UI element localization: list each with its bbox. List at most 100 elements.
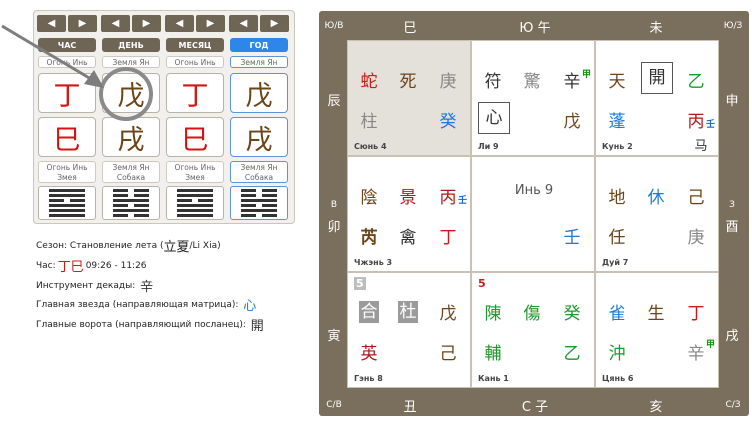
corner-sw: С/В (326, 400, 342, 410)
left-label-4: 寅 (327, 329, 341, 344)
month-hexagram-icon (166, 186, 224, 220)
right-label-3: 酉 (725, 220, 739, 235)
season-value: Становление лета ( (69, 240, 164, 251)
earth-stem-glyph: 壬 (563, 228, 581, 248)
month-stem-element: Огонь Инь (166, 56, 224, 68)
heaven-stem-glyph: 己 (687, 188, 705, 208)
palace-qian-6[interactable]: 雀 生 丁 沖 辛 甲 Цянь 6 (595, 272, 719, 388)
month-branch-animal: Змея (185, 173, 205, 182)
deity-glyph: 天 (608, 72, 626, 92)
hour-branch-element: Огонь Инь Змея (38, 161, 96, 183)
horse-glyph: 马 (694, 139, 708, 154)
gate-hz: 開 (250, 319, 264, 334)
right-label-2: З (729, 200, 735, 210)
top-label-1: 巳 (403, 21, 417, 36)
gate-label: Главные ворота (направляющий посланец): (36, 319, 246, 330)
heaven-stem-sup: 甲 (582, 70, 592, 80)
earth-stem-glyph: 丙 (687, 112, 705, 132)
year-branch-animal: Собака (244, 173, 274, 182)
door-glyph: 傷 (523, 304, 541, 324)
hour-line: Час: 丁巳 09:26 - 11:26 (36, 256, 147, 275)
corner-nw: Ю/В (324, 21, 344, 31)
palace-dui-7[interactable]: 地 休 己 任 庚 Дуй 7 (595, 156, 719, 272)
bottom-label-3: 亥 (649, 400, 663, 415)
day-stem-element: Земля Ян (102, 56, 160, 68)
day-branch-element-label: Земля Ян (112, 163, 150, 172)
palace-kan-1[interactable]: 5 陳 傷 癸 輔 乙 Кань 1 (471, 272, 595, 388)
palace-center[interactable]: Инь 9 壬 (471, 156, 595, 272)
deity-glyph: 符 (484, 72, 502, 92)
tab-day[interactable]: ДЕНЬ (102, 38, 160, 52)
month-prev-button[interactable]: ◀ (165, 15, 194, 32)
palace-name: Гэнь 8 (354, 374, 383, 383)
decade-line: Инструмент декады: 辛 (36, 276, 155, 295)
day-branch-animal: Собака (116, 173, 146, 182)
right-label-1: 申 (725, 94, 739, 109)
pointer-arrow-icon (1, 24, 104, 88)
deity-glyph: 合 (359, 301, 379, 323)
hour-label: Час: (36, 260, 56, 271)
day-branch[interactable]: 戌 (102, 117, 160, 157)
season-tail: /Li Xia) (189, 240, 221, 251)
bottom-label-1: 丑 (403, 400, 417, 415)
star-glyph: 芮 (360, 228, 378, 248)
heaven-stem-sup: 壬 (458, 196, 468, 206)
palace-grid: 蛇 死 庚 柱 癸 Сюнь 4 符 驚 辛 甲 心 戊 Ли 9 天 開 乙 … (347, 40, 719, 388)
earth-stem-glyph: 癸 (439, 112, 457, 132)
star-label: Главная звезда (направляющая матрица): (36, 299, 239, 310)
corner-ne: Ю/З (723, 21, 743, 31)
month-branch-element: Огонь Инь Змея (166, 161, 224, 183)
extra-star-glyph: 禽 (399, 228, 417, 248)
deity-glyph: 陳 (484, 304, 502, 324)
left-label-3: 卯 (327, 220, 341, 235)
year-arrows: ◀ ▶ (229, 15, 289, 33)
heaven-stem-glyph: 乙 (687, 72, 705, 92)
star-hz: 心 (243, 299, 257, 314)
palace-kun-2[interactable]: 天 開 乙 蓬 丙 壬 马 Кунь 2 (595, 40, 719, 156)
heaven-stem-glyph: 丁 (687, 304, 705, 324)
palace-name: Сюнь 4 (354, 142, 387, 151)
earth-stem-glyph: 乙 (563, 344, 581, 364)
hour-branch-animal: Змея (57, 173, 77, 182)
hour-time: 09:26 - 11:26 (85, 260, 147, 271)
month-stem[interactable]: 丁 (166, 73, 224, 113)
hour-hz: 丁巳 (57, 260, 84, 275)
heaven-stem-glyph: 辛 (563, 72, 581, 92)
year-next-button[interactable]: ▶ (260, 15, 289, 32)
tab-year[interactable]: ГОД (230, 38, 288, 52)
palace-gen-8[interactable]: 5 合 杜 戊 英 己 Гэнь 8 (347, 272, 471, 388)
star-glyph: 英 (360, 344, 378, 364)
tab-month[interactable]: МЕСЯЦ (166, 38, 224, 52)
season-line: Сезон: Становление лета (立夏/Li Xia) (36, 236, 221, 255)
door-glyph: 開 (641, 62, 673, 94)
year-branch[interactable]: 戌 (230, 117, 288, 157)
top-label-3: 未 (649, 21, 663, 36)
day-next-button[interactable]: ▶ (132, 15, 161, 32)
palace-xun-4[interactable]: 蛇 死 庚 柱 癸 Сюнь 4 (347, 40, 471, 156)
month-branch[interactable]: 巳 (166, 117, 224, 157)
day-branch-element: Земля Ян Собака (102, 161, 160, 183)
palace-li-9[interactable]: 符 驚 辛 甲 心 戊 Ли 9 (471, 40, 595, 156)
palace-zhen-3[interactable]: 陰 景 丙 壬 芮 禽 丁 Чжэнь 3 (347, 156, 471, 272)
earth-stem-glyph: 丁 (439, 228, 457, 248)
year-prev-button[interactable]: ◀ (229, 15, 258, 32)
hour-branch[interactable]: 巳 (38, 117, 96, 157)
star-glyph: 蓬 (608, 112, 626, 132)
right-label-4: 戌 (725, 329, 739, 344)
door-glyph: 死 (399, 72, 417, 92)
star-line: Главная звезда (направляющая матрица): 心 (36, 295, 258, 314)
earth-stem-sup: 甲 (706, 340, 716, 350)
earth-stem-glyph: 己 (439, 344, 457, 364)
heaven-stem-glyph: 戊 (439, 304, 457, 324)
year-branch-element: Земля Ян Собака (230, 161, 288, 183)
heaven-stem-glyph: 癸 (563, 304, 581, 324)
center-title: Инь 9 (514, 183, 554, 198)
corner-se: С/З (725, 400, 741, 410)
palace-name: Кань 1 (478, 374, 509, 383)
month-next-button[interactable]: ▶ (196, 15, 225, 32)
earth-stem-sup: 壬 (706, 120, 716, 130)
year-stem[interactable]: 戊 (230, 73, 288, 113)
earth-stem-glyph: 戊 (563, 112, 581, 132)
deity-glyph: 雀 (608, 304, 626, 324)
decade-hz: 辛 (140, 280, 154, 295)
